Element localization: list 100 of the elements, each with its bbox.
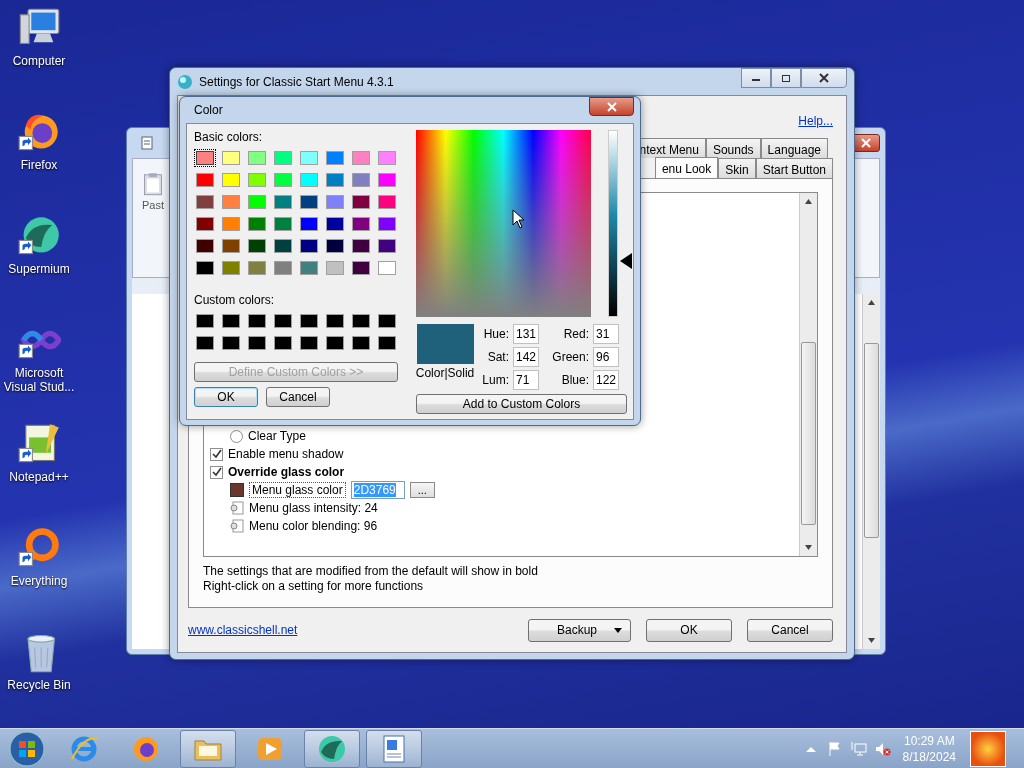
scroll-down-icon[interactable]: [868, 638, 875, 643]
value-field[interactable]: 31: [593, 324, 619, 344]
setting-label[interactable]: Enable menu shadow: [228, 447, 344, 461]
taskbar-button[interactable]: [366, 729, 422, 768]
custom-color-swatch[interactable]: [246, 334, 268, 352]
tab[interactable]: enu Look: [654, 157, 719, 178]
color-swatch[interactable]: [298, 171, 320, 189]
color-swatch[interactable]: [324, 259, 346, 277]
taskbar-button[interactable]: [304, 729, 360, 768]
custom-color-swatch[interactable]: [376, 334, 398, 352]
browse-button[interactable]: ...: [409, 482, 435, 498]
color-swatch[interactable]: [298, 193, 320, 211]
desktop-icon-label[interactable]: Everything: [0, 574, 78, 588]
color-swatch[interactable]: [246, 171, 268, 189]
custom-color-swatch[interactable]: [246, 312, 268, 330]
color-swatch[interactable]: [272, 193, 294, 211]
color-swatch[interactable]: [298, 259, 320, 277]
cancel-button[interactable]: Cancel: [266, 387, 330, 407]
color-swatch[interactable]: [194, 215, 216, 233]
tab[interactable]: Start Button: [755, 158, 833, 178]
color-swatch[interactable]: [298, 149, 320, 167]
color-swatch[interactable]: [376, 215, 398, 233]
custom-color-swatch[interactable]: [350, 312, 372, 330]
close-button[interactable]: [589, 97, 634, 116]
custom-color-swatch[interactable]: [220, 312, 242, 330]
color-swatch[interactable]: [246, 149, 268, 167]
color-swatch[interactable]: [220, 259, 242, 277]
color-swatch[interactable]: [246, 237, 268, 255]
color-swatch[interactable]: [246, 215, 268, 233]
value-field[interactable]: 122: [593, 370, 619, 390]
setting-label[interactable]: Override glass color: [228, 465, 345, 479]
color-swatch[interactable]: [376, 193, 398, 211]
clipboard-icon[interactable]: [143, 171, 163, 197]
color-swatch[interactable]: [246, 259, 268, 277]
desktop-icon-label[interactable]: Firefox: [0, 158, 78, 172]
color-swatch[interactable]: [376, 237, 398, 255]
color-swatch[interactable]: [350, 171, 372, 189]
color-swatch[interactable]: [194, 237, 216, 255]
color-swatch[interactable]: [220, 149, 242, 167]
minimize-button[interactable]: [741, 68, 771, 88]
color-swatch[interactable]: [272, 259, 294, 277]
scrollbar[interactable]: [862, 294, 880, 649]
setting-label[interactable]: Menu glass color: [249, 482, 346, 498]
color-swatch[interactable]: [324, 215, 346, 233]
checkbox[interactable]: [210, 447, 223, 461]
color-swatch[interactable]: [324, 193, 346, 211]
show-desktop-button[interactable]: [970, 730, 1006, 767]
color-swatch[interactable]: [220, 237, 242, 255]
color-swatch[interactable]: [220, 215, 242, 233]
document-icon[interactable]: [140, 136, 154, 150]
ribbon-label[interactable]: Past: [142, 199, 164, 211]
color-swatch[interactable]: [272, 237, 294, 255]
color-swatch[interactable]: [350, 237, 372, 255]
color-swatch[interactable]: [298, 215, 320, 233]
color-swatch[interactable]: [272, 171, 294, 189]
start-button[interactable]: [8, 729, 46, 768]
color-swatch[interactable]: [194, 259, 216, 277]
value-field[interactable]: 142: [513, 347, 539, 367]
setting-label[interactable]: Clear Type: [248, 429, 306, 443]
ok-button[interactable]: OK: [194, 387, 258, 407]
custom-color-swatch[interactable]: [194, 334, 216, 352]
setting-label[interactable]: Menu glass intensity: 24: [249, 501, 378, 515]
custom-color-swatch[interactable]: [324, 312, 346, 330]
setting-label[interactable]: Menu color blending: 96: [249, 519, 378, 533]
taskbar-button[interactable]: [180, 729, 236, 768]
color-swatch[interactable]: [376, 149, 398, 167]
tab[interactable]: Language: [760, 138, 828, 158]
radio-button[interactable]: [230, 429, 243, 443]
value-field[interactable]: 71: [513, 370, 539, 390]
color-swatch[interactable]: [298, 237, 320, 255]
desktop-icon-label[interactable]: Supermium: [0, 262, 78, 276]
custom-color-swatch[interactable]: [194, 312, 216, 330]
custom-color-swatch[interactable]: [298, 334, 320, 352]
dialog-button[interactable]: OK: [646, 618, 732, 642]
dialog-button[interactable]: Backup: [528, 618, 631, 642]
scroll-up-icon[interactable]: [868, 300, 875, 305]
custom-color-swatch[interactable]: [350, 334, 372, 352]
color-spectrum[interactable]: [416, 130, 591, 317]
slider-arrow[interactable]: [620, 252, 632, 269]
help-link[interactable]: Help...: [798, 114, 833, 128]
color-swatch[interactable]: [194, 171, 216, 189]
desktop-icon-label[interactable]: Notepad++: [0, 470, 78, 484]
color-swatch[interactable]: [272, 149, 294, 167]
maximize-button[interactable]: [771, 68, 801, 88]
color-swatch[interactable]: [350, 259, 372, 277]
value-field[interactable]: 131: [513, 324, 539, 344]
custom-color-swatch[interactable]: [272, 334, 294, 352]
color-swatch[interactable]: [220, 171, 242, 189]
desktop-icon-label[interactable]: Recycle Bin: [0, 678, 78, 692]
custom-color-swatch[interactable]: [324, 334, 346, 352]
color-swatch[interactable]: [246, 193, 268, 211]
color-swatch[interactable]: [194, 193, 216, 211]
color-swatch[interactable]: [376, 259, 398, 277]
close-button[interactable]: [801, 68, 847, 88]
value-field[interactable]: 96: [593, 347, 619, 367]
color-swatch[interactable]: [350, 149, 372, 167]
scroll-down-icon[interactable]: [805, 545, 812, 550]
color-swatch[interactable]: [194, 149, 216, 167]
add-custom-colors-button[interactable]: Add to Custom Colors: [416, 394, 627, 414]
tab[interactable]: Skin: [718, 158, 756, 178]
